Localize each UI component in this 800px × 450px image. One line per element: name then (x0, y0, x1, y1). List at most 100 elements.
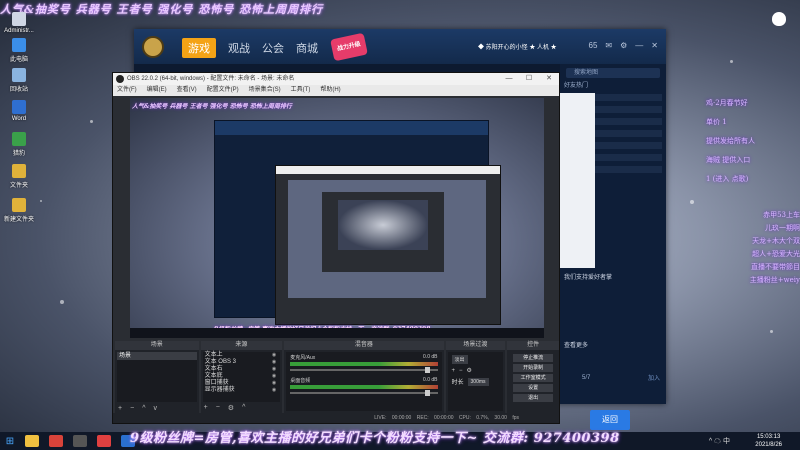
nav-game[interactable]: 游戏 (182, 38, 216, 58)
eye-icon[interactable]: ◉ (272, 387, 276, 394)
join-link[interactable]: 加入 (648, 373, 660, 382)
cat-icon[interactable] (772, 12, 786, 26)
menu-scene-collection[interactable]: 场景集合(S) (249, 85, 281, 96)
slider-handle[interactable] (424, 390, 430, 396)
close-icon[interactable]: ✕ (539, 73, 559, 85)
gear-icon[interactable]: ⚙ (228, 404, 234, 412)
mixer-channel: 麦克风/Aux 0.0 dB (290, 354, 438, 373)
see-more-link[interactable]: 查看更多 (564, 340, 588, 349)
white-dialog-panel (557, 93, 595, 268)
system-tray[interactable]: ^ ☁ 中 (709, 436, 730, 446)
exit-button[interactable]: 退出 (513, 394, 553, 402)
volume-slider[interactable] (290, 367, 438, 373)
controls-title: 控件 (507, 341, 559, 350)
menu-view[interactable]: 查看(V) (177, 85, 197, 96)
studio-mode-button[interactable]: 工作室模式 (513, 374, 553, 382)
gear-icon[interactable]: ⚙ (467, 367, 472, 374)
source-label: 窗口捕获 (204, 380, 229, 386)
menu-tools[interactable]: 工具(T) (291, 85, 311, 96)
remove-icon[interactable]: − (130, 405, 134, 412)
taskbar-clock[interactable]: 15:03:13 2021/8/26 (755, 433, 782, 449)
windows-start-icon[interactable]: ⊞ (0, 432, 20, 450)
overlay-text: 鸡·2月春节好 (706, 99, 748, 107)
settings-icon[interactable]: ⚙ (620, 41, 627, 50)
eye-icon[interactable]: ◉ (272, 359, 276, 366)
transition-select[interactable]: 淡出 (451, 355, 468, 364)
obs-preview[interactable]: 人气&抽奖号 兵器号 王者号 强化号 恐怖号 恐怖上周周排行 9级粉丝牌=房管,… (130, 98, 544, 338)
scene-item[interactable]: 场景 (117, 352, 197, 360)
obs-title: OBS 22.0.2 (64-bit, windows) - 配置文件: 未命名… (127, 76, 295, 82)
minimize-icon[interactable]: — (499, 73, 519, 85)
source-item[interactable]: 文本 OBS 3 ◉ (203, 359, 281, 366)
remove-icon[interactable]: − (216, 404, 220, 412)
slider-handle[interactable] (424, 367, 430, 373)
desktop-icon-newfolder[interactable]: 新建文件夹 (4, 198, 34, 223)
close-icon[interactable]: ✕ (651, 41, 658, 50)
app-icon[interactable] (97, 435, 111, 447)
minimize-icon[interactable]: — (635, 41, 643, 50)
eye-icon[interactable]: ◉ (272, 366, 276, 373)
remove-icon[interactable]: − (459, 368, 463, 374)
overlay-text: 1 (进入 点歌) (706, 175, 749, 183)
desktop-icon-pc[interactable]: 此电脑 (4, 38, 34, 63)
source-item[interactable]: 显示器捕获 ◉ (203, 387, 281, 394)
scenes-footer: + − ^ v (118, 405, 157, 412)
folder-icon[interactable] (25, 435, 39, 447)
desktop-icon-browser[interactable]: 猎豹 (4, 132, 34, 157)
eye-icon[interactable]: ◉ (272, 380, 276, 387)
obs-window[interactable]: OBS 22.0.2 (64-bit, windows) - 配置文件: 未命名… (112, 72, 560, 424)
desktop-icon-folder[interactable]: 文件夹 (4, 164, 34, 189)
up-icon[interactable]: ^ (142, 405, 145, 412)
duration-input[interactable]: 300ms (467, 377, 489, 386)
eye-icon[interactable]: ◉ (272, 373, 276, 380)
desktop-icon-recycle[interactable]: 回收站 (4, 68, 34, 93)
nested-preview-2 (322, 192, 444, 272)
map-search-input[interactable]: 搜索地图 (566, 68, 660, 78)
maximize-icon[interactable]: ☐ (519, 73, 539, 85)
folder-icon (12, 198, 26, 212)
promo-badge[interactable]: 战力升级 (330, 32, 368, 62)
menu-file[interactable]: 文件(F) (117, 85, 137, 96)
add-icon[interactable]: + (118, 405, 122, 412)
eye-icon[interactable]: ◉ (272, 352, 276, 359)
overlay-text: 单价 1 (706, 118, 727, 126)
user-info[interactable]: ◆ 苏阳开心的小怪 ★ 人机 ★ (478, 42, 557, 51)
desktop-icon-admin[interactable]: Administr... (4, 12, 34, 34)
settings-button[interactable]: 设置 (513, 384, 553, 392)
word-icon (12, 100, 26, 114)
source-item[interactable]: 文本右 ◉ (203, 366, 281, 373)
desktop-icon-label: 此电脑 (9, 57, 28, 63)
obs-taskbar-icon[interactable] (73, 435, 87, 447)
down-icon[interactable]: v (153, 405, 157, 412)
up-icon[interactable]: ^ (242, 404, 245, 412)
channel-name: 麦克风/Aux (290, 355, 316, 361)
mail-icon[interactable]: ✉ (605, 41, 612, 50)
source-item[interactable]: 文本上 ◉ (203, 352, 281, 359)
menu-profile[interactable]: 配置文件(P) (207, 85, 239, 96)
nav-shop[interactable]: 商城 (296, 40, 318, 58)
start-recording-button[interactable]: 开始录制 (513, 364, 553, 372)
desktop-icon-label: 新建文件夹 (4, 217, 35, 223)
preview-marquee: 人气&抽奖号 兵器号 王者号 强化号 恐怖号 恐怖上周周排行 (132, 103, 292, 110)
add-icon[interactable]: + (452, 368, 456, 374)
top-marquee-text: 人气&抽奖号 兵器号 王者号 强化号 恐怖号 恐怖上周周排行 (0, 3, 324, 16)
channel-db: 0.0 dB (423, 354, 438, 360)
nav-spectate[interactable]: 观战 (228, 40, 250, 58)
stop-stream-button[interactable]: 停止推流 (513, 354, 553, 362)
desktop-icon-word[interactable]: Word (4, 100, 34, 122)
source-item[interactable]: 窗口捕获 ◉ (203, 380, 281, 387)
add-icon[interactable]: + (204, 404, 208, 412)
volume-meter (290, 385, 438, 389)
menu-edit[interactable]: 编辑(E) (147, 85, 167, 96)
sources-footer: + − ⚙ ^ (204, 404, 246, 412)
panel-title: 好友热门 (564, 83, 589, 89)
nav-guild[interactable]: 公会 (262, 40, 284, 58)
volume-slider[interactable] (290, 390, 438, 396)
user-folder-icon (12, 12, 26, 26)
channel-name: 桌面音频 (290, 378, 311, 384)
browser-icon[interactable] (49, 435, 63, 447)
client-nav: 游戏 观战 公会 商城 (182, 38, 318, 58)
mixer-body: 麦克风/Aux 0.0 dB 桌面音频 0.0 dB (286, 352, 442, 411)
menu-help[interactable]: 帮助(H) (320, 85, 340, 96)
source-item[interactable]: 文本底 ◉ (203, 373, 281, 380)
